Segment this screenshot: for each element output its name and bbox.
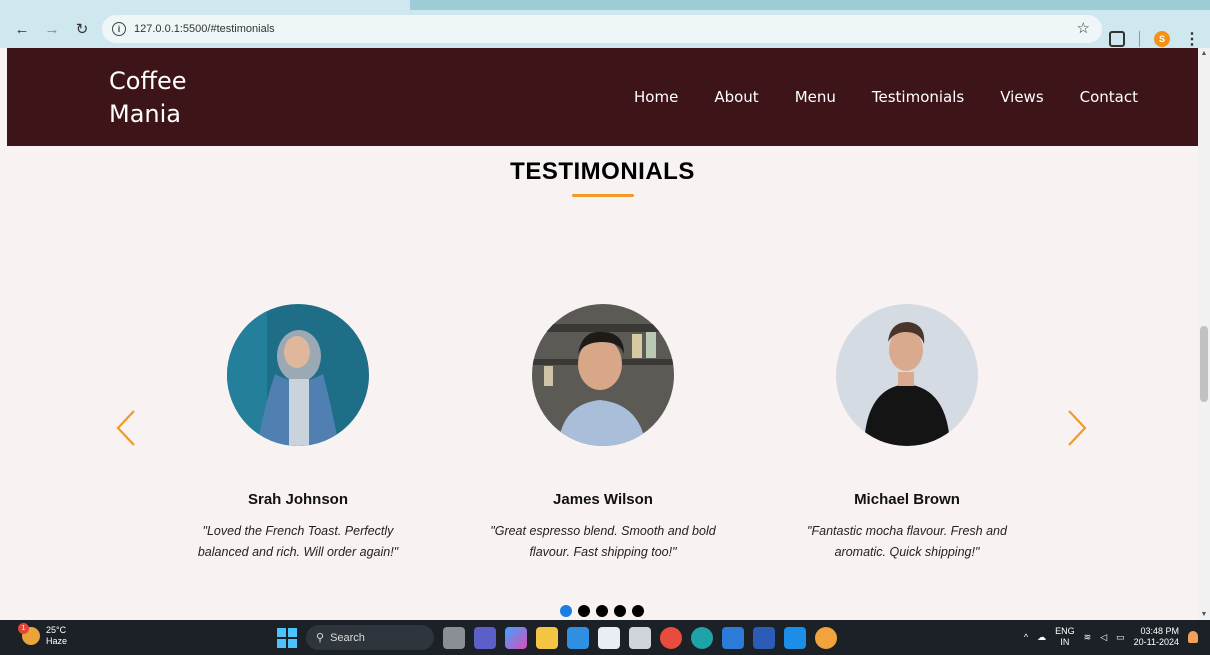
store-icon[interactable]	[567, 626, 589, 649]
testimonial-quote: "Fantastic mocha flavour. Fresh and arom…	[807, 524, 1007, 559]
lang-code: ENG	[1055, 626, 1075, 636]
system-tray: ^ ☁ ENG IN ≋ ◁ ▭ 03:48 PM 20-11-2024	[1024, 626, 1198, 648]
forward-icon[interactable]: →	[40, 17, 64, 41]
nav-menu[interactable]: Menu	[795, 88, 836, 106]
site-info-icon[interactable]: i	[112, 22, 126, 36]
vscode-icon[interactable]	[784, 626, 806, 649]
battery-icon[interactable]: ▭	[1116, 632, 1125, 643]
address-bar[interactable]: i 127.0.0.1:5500/#testimonials ☆	[102, 15, 1102, 43]
bookmark-star-icon[interactable]: ☆	[1077, 19, 1090, 37]
nav-about[interactable]: About	[714, 88, 758, 106]
testimonial-name: Srah Johnson	[247, 491, 348, 508]
carousel-prev-button[interactable]	[114, 408, 138, 448]
profile-avatar[interactable]: S	[1154, 31, 1170, 47]
brand-line-1: Coffee	[109, 67, 187, 95]
browser-toolbar: ← → ↻ i 127.0.0.1:5500/#testimonials ☆ S…	[0, 10, 1210, 48]
chrome-active-icon[interactable]	[815, 626, 837, 649]
avatar	[227, 304, 369, 446]
cloud-icon[interactable]: ☁	[1037, 632, 1046, 643]
scroll-up-icon[interactable]: ▲	[1198, 50, 1210, 57]
testimonial-name: Michael Brown	[854, 491, 960, 508]
carousel-dot-5[interactable]	[632, 605, 644, 617]
nav-testimonials[interactable]: Testimonials	[872, 88, 964, 106]
testimonials-section: TESTIMONIALS Srah Johnson "Loved the Fre…	[7, 146, 1198, 620]
testimonial-quote: "Great espresso blend. Smooth and bold f…	[490, 524, 716, 559]
amazon-icon[interactable]	[598, 626, 620, 649]
search-label: Search	[330, 631, 365, 644]
clock[interactable]: 03:48 PM 20-11-2024	[1134, 626, 1179, 648]
weather-badge: 1	[18, 623, 29, 634]
section-title: TESTIMONIALS	[510, 158, 695, 185]
windows-taskbar: 1 25°C Haze ⚲ Search ^ ☁ ENG IN ≋ ◁ ▭ 03…	[0, 620, 1210, 655]
carousel-dot-4[interactable]	[614, 605, 626, 617]
testimonial-card: James Wilson "Great espresso blend. Smoo…	[463, 304, 743, 563]
chevron-left-icon	[116, 410, 135, 446]
weather-desc: Haze	[46, 636, 68, 646]
carousel-dots	[560, 605, 644, 617]
app-icon[interactable]	[722, 626, 744, 649]
clock-date: 20-11-2024	[1133, 637, 1179, 647]
active-tab[interactable]	[0, 0, 410, 10]
more-menu-icon[interactable]: ⋮	[1184, 29, 1200, 49]
nav-contact[interactable]: Contact	[1080, 88, 1138, 106]
scrollbar-thumb[interactable]	[1200, 326, 1208, 402]
task-view-icon[interactable]	[443, 626, 465, 649]
wifi-icon[interactable]: ≋	[1084, 632, 1092, 643]
toolbar-divider	[1139, 31, 1140, 47]
avatar	[532, 304, 674, 446]
site-logo[interactable]: Coffee Mania	[109, 65, 229, 131]
carousel-next-button[interactable]	[1065, 408, 1089, 448]
edge-icon[interactable]	[691, 626, 713, 649]
tray-chevron-icon[interactable]: ^	[1024, 632, 1028, 642]
carousel-dot-2[interactable]	[578, 605, 590, 617]
site-header: Coffee Mania Home About Menu Testimonial…	[7, 48, 1198, 146]
taskbar-search[interactable]: ⚲ Search	[306, 625, 434, 650]
teams-icon[interactable]	[474, 626, 496, 649]
nav-home[interactable]: Home	[634, 88, 678, 106]
weather-icon: 1	[18, 623, 40, 645]
testimonial-quote: "Loved the French Toast. Perfectly balan…	[197, 524, 399, 559]
word-icon[interactable]	[753, 626, 775, 649]
brand-line-2: Mania	[109, 100, 181, 128]
weather-temp: 25°C	[46, 625, 67, 635]
title-underline	[572, 194, 634, 197]
language-indicator[interactable]: ENG IN	[1055, 626, 1075, 648]
taskbar-apps: ⚲ Search	[277, 625, 837, 650]
search-icon: ⚲	[316, 632, 325, 644]
lang-region: IN	[1060, 637, 1070, 647]
tab-strip	[0, 0, 1210, 10]
testimonial-name: James Wilson	[553, 491, 653, 508]
chrome-icon[interactable]	[660, 626, 682, 649]
notification-bell-icon[interactable]	[1188, 631, 1198, 643]
url-text: 127.0.0.1:5500/#testimonials	[134, 23, 275, 35]
avatar	[836, 304, 978, 446]
main-nav: Home About Menu Testimonials Views Conta…	[634, 88, 1138, 106]
amazon-a-icon[interactable]	[629, 626, 651, 649]
scroll-down-icon[interactable]: ▼	[1198, 611, 1210, 618]
reload-icon[interactable]: ↻	[70, 17, 94, 41]
testimonial-card: Michael Brown "Fantastic mocha flavour. …	[767, 304, 1047, 563]
extensions-icon[interactable]	[1109, 31, 1125, 47]
clock-time: 03:48 PM	[1140, 626, 1179, 636]
carousel-dot-3[interactable]	[596, 605, 608, 617]
start-menu-icon[interactable]	[277, 627, 297, 648]
copilot-icon[interactable]	[505, 626, 527, 649]
back-icon[interactable]: ←	[10, 17, 34, 41]
chevron-right-icon	[1068, 410, 1087, 446]
browser-chrome: ← → ↻ i 127.0.0.1:5500/#testimonials ☆ S…	[0, 0, 1210, 48]
testimonial-card: Srah Johnson "Loved the French Toast. Pe…	[158, 304, 438, 563]
file-explorer-icon[interactable]	[536, 626, 558, 649]
weather-widget[interactable]: 1 25°C Haze	[18, 623, 68, 647]
nav-views[interactable]: Views	[1000, 88, 1043, 106]
volume-icon[interactable]: ◁	[1100, 632, 1107, 643]
carousel-dot-1[interactable]	[560, 605, 572, 617]
page-scrollbar[interactable]: ▲ ▼	[1198, 48, 1210, 620]
